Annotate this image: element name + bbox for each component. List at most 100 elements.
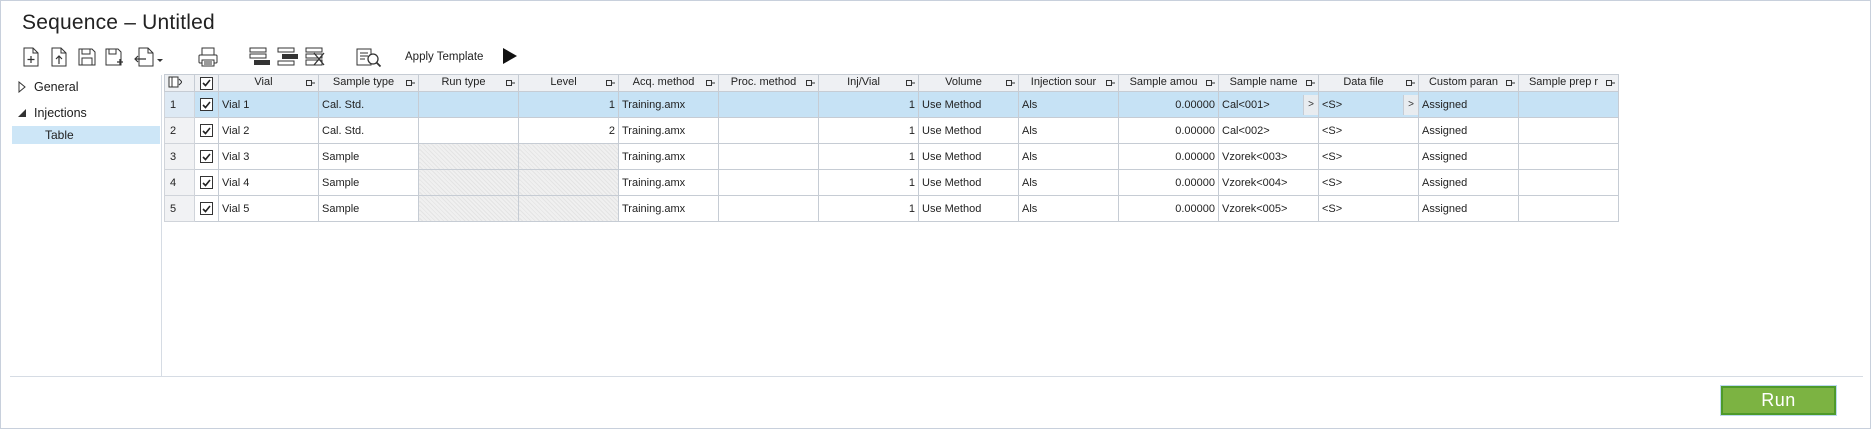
row-number[interactable]: 4 bbox=[164, 169, 195, 196]
cell-sample-prep[interactable] bbox=[1518, 91, 1619, 118]
cell-sample-name[interactable]: Cal<001> > bbox=[1218, 91, 1319, 118]
pin-icon[interactable] bbox=[706, 79, 715, 87]
apply-template-button[interactable]: Apply Template bbox=[405, 51, 483, 63]
pin-icon[interactable] bbox=[1106, 79, 1115, 87]
cell-sample-name[interactable]: Cal<002> bbox=[1218, 117, 1319, 144]
pin-icon[interactable] bbox=[306, 79, 315, 87]
cell-sample-prep[interactable] bbox=[1518, 143, 1619, 170]
cell-inj-vial[interactable]: 1 bbox=[818, 169, 919, 196]
pin-icon[interactable] bbox=[1006, 79, 1015, 87]
cell-injection-source[interactable]: Als bbox=[1018, 91, 1119, 118]
column-header-volume[interactable]: Volume bbox=[918, 74, 1019, 92]
cell-acq-method[interactable]: Training.amx bbox=[618, 195, 719, 222]
row-checkbox-cell[interactable] bbox=[194, 117, 219, 144]
pin-icon[interactable] bbox=[1606, 79, 1615, 87]
row-number[interactable]: 2 bbox=[164, 117, 195, 144]
cell-vial[interactable]: Vial 4 bbox=[218, 169, 319, 196]
row-checkbox-cell[interactable] bbox=[194, 143, 219, 170]
cell-data-file[interactable]: <S> > bbox=[1318, 91, 1419, 118]
cell-level[interactable]: 1 bbox=[518, 91, 619, 118]
export-menu-icon[interactable] bbox=[131, 45, 165, 69]
row-checkbox[interactable] bbox=[200, 124, 213, 137]
pin-icon[interactable] bbox=[606, 79, 615, 87]
cell-custom-param[interactable]: Assigned bbox=[1418, 195, 1519, 222]
column-header-level[interactable]: Level bbox=[518, 74, 619, 92]
save-icon[interactable] bbox=[75, 45, 99, 69]
insert-row-icon[interactable] bbox=[248, 45, 272, 69]
pin-icon[interactable] bbox=[1206, 79, 1215, 87]
cell-run-type[interactable] bbox=[418, 117, 519, 144]
table-row[interactable]: 4 Vial 4 Sample Training.amx 1 Use Metho… bbox=[164, 169, 1619, 196]
pin-icon[interactable] bbox=[1506, 79, 1515, 87]
cell-sample-name[interactable]: Vzorek<005> bbox=[1218, 195, 1319, 222]
cell-sample-prep[interactable] bbox=[1518, 117, 1619, 144]
cell-volume[interactable]: Use Method bbox=[918, 143, 1019, 170]
cell-sample-name[interactable]: Vzorek<003> bbox=[1218, 143, 1319, 170]
column-chooser-header[interactable] bbox=[164, 74, 195, 92]
expand-button[interactable]: > bbox=[1303, 94, 1318, 115]
expand-button[interactable]: > bbox=[1403, 94, 1418, 115]
cell-sample-prep[interactable] bbox=[1518, 195, 1619, 222]
cell-proc-method[interactable] bbox=[718, 91, 819, 118]
cell-data-file[interactable]: <S> bbox=[1318, 169, 1419, 196]
cell-custom-param[interactable]: Assigned bbox=[1418, 169, 1519, 196]
cell-vial[interactable]: Vial 2 bbox=[218, 117, 319, 144]
cell-inj-vial[interactable]: 1 bbox=[818, 195, 919, 222]
cell-sample-type[interactable]: Cal. Std. bbox=[318, 91, 419, 118]
nav-sub-item-table[interactable]: Table bbox=[12, 126, 160, 144]
column-header-run-type[interactable]: Run type bbox=[418, 74, 519, 92]
column-header-sample-prep[interactable]: Sample prep r bbox=[1518, 74, 1619, 92]
cell-sample-type[interactable]: Sample bbox=[318, 169, 419, 196]
pin-icon[interactable] bbox=[506, 79, 515, 87]
row-checkbox[interactable] bbox=[200, 202, 213, 215]
cell-data-file[interactable]: <S> bbox=[1318, 143, 1419, 170]
delete-row-icon[interactable] bbox=[304, 45, 328, 69]
column-header-injection-source[interactable]: Injection sour bbox=[1018, 74, 1119, 92]
play-icon[interactable] bbox=[503, 48, 517, 64]
cell-proc-method[interactable] bbox=[718, 143, 819, 170]
column-header-sample-name[interactable]: Sample name bbox=[1218, 74, 1319, 92]
cell-proc-method[interactable] bbox=[718, 195, 819, 222]
cell-custom-param[interactable]: Assigned bbox=[1418, 91, 1519, 118]
pin-icon[interactable] bbox=[906, 79, 915, 87]
column-header-data-file[interactable]: Data file bbox=[1318, 74, 1419, 92]
row-number[interactable]: 1 bbox=[164, 91, 195, 118]
column-header-inj-vial[interactable]: Inj/Vial bbox=[818, 74, 919, 92]
cell-inj-vial[interactable]: 1 bbox=[818, 91, 919, 118]
column-header-custom-param[interactable]: Custom paran bbox=[1418, 74, 1519, 92]
cell-injection-source[interactable]: Als bbox=[1018, 169, 1119, 196]
pin-icon[interactable] bbox=[406, 79, 415, 87]
cell-vial[interactable]: Vial 1 bbox=[218, 91, 319, 118]
cell-proc-method[interactable] bbox=[718, 169, 819, 196]
cell-injection-source[interactable]: Als bbox=[1018, 143, 1119, 170]
cell-sample-name[interactable]: Vzorek<004> bbox=[1218, 169, 1319, 196]
row-checkbox[interactable] bbox=[200, 176, 213, 189]
cell-run-type[interactable] bbox=[418, 91, 519, 118]
cell-acq-method[interactable]: Training.amx bbox=[618, 169, 719, 196]
row-checkbox[interactable] bbox=[200, 98, 213, 111]
select-all-checkbox[interactable] bbox=[200, 76, 213, 90]
table-row[interactable]: 2 Vial 2 Cal. Std. 2 Training.amx 1 Use … bbox=[164, 117, 1619, 144]
cell-inj-vial[interactable]: 1 bbox=[818, 143, 919, 170]
table-row[interactable]: 5 Vial 5 Sample Training.amx 1 Use Metho… bbox=[164, 195, 1619, 222]
table-row[interactable]: 3 Vial 3 Sample Training.amx 1 Use Metho… bbox=[164, 143, 1619, 170]
cell-acq-method[interactable]: Training.amx bbox=[618, 143, 719, 170]
cell-volume[interactable]: Use Method bbox=[918, 169, 1019, 196]
row-checkbox-cell[interactable] bbox=[194, 195, 219, 222]
cell-custom-param[interactable]: Assigned bbox=[1418, 117, 1519, 144]
cell-data-file[interactable]: <S> bbox=[1318, 117, 1419, 144]
column-header-acq-method[interactable]: Acq. method bbox=[618, 74, 719, 92]
cell-sample-amount[interactable]: 0.00000 bbox=[1118, 117, 1219, 144]
import-icon[interactable] bbox=[47, 45, 71, 69]
cell-vial[interactable]: Vial 3 bbox=[218, 143, 319, 170]
cell-sample-amount[interactable]: 0.00000 bbox=[1118, 91, 1219, 118]
column-header-vial[interactable]: Vial bbox=[218, 74, 319, 92]
cell-injection-source[interactable]: Als bbox=[1018, 117, 1119, 144]
row-number[interactable]: 3 bbox=[164, 143, 195, 170]
cell-acq-method[interactable]: Training.amx bbox=[618, 91, 719, 118]
save-as-icon[interactable] bbox=[103, 45, 127, 69]
table-row[interactable]: 1 Vial 1 Cal. Std. 1 Training.amx 1 Use … bbox=[164, 91, 1619, 118]
pin-icon[interactable] bbox=[1406, 79, 1415, 87]
print-icon[interactable] bbox=[195, 45, 221, 69]
nav-item-injections[interactable]: Injections bbox=[10, 103, 160, 123]
